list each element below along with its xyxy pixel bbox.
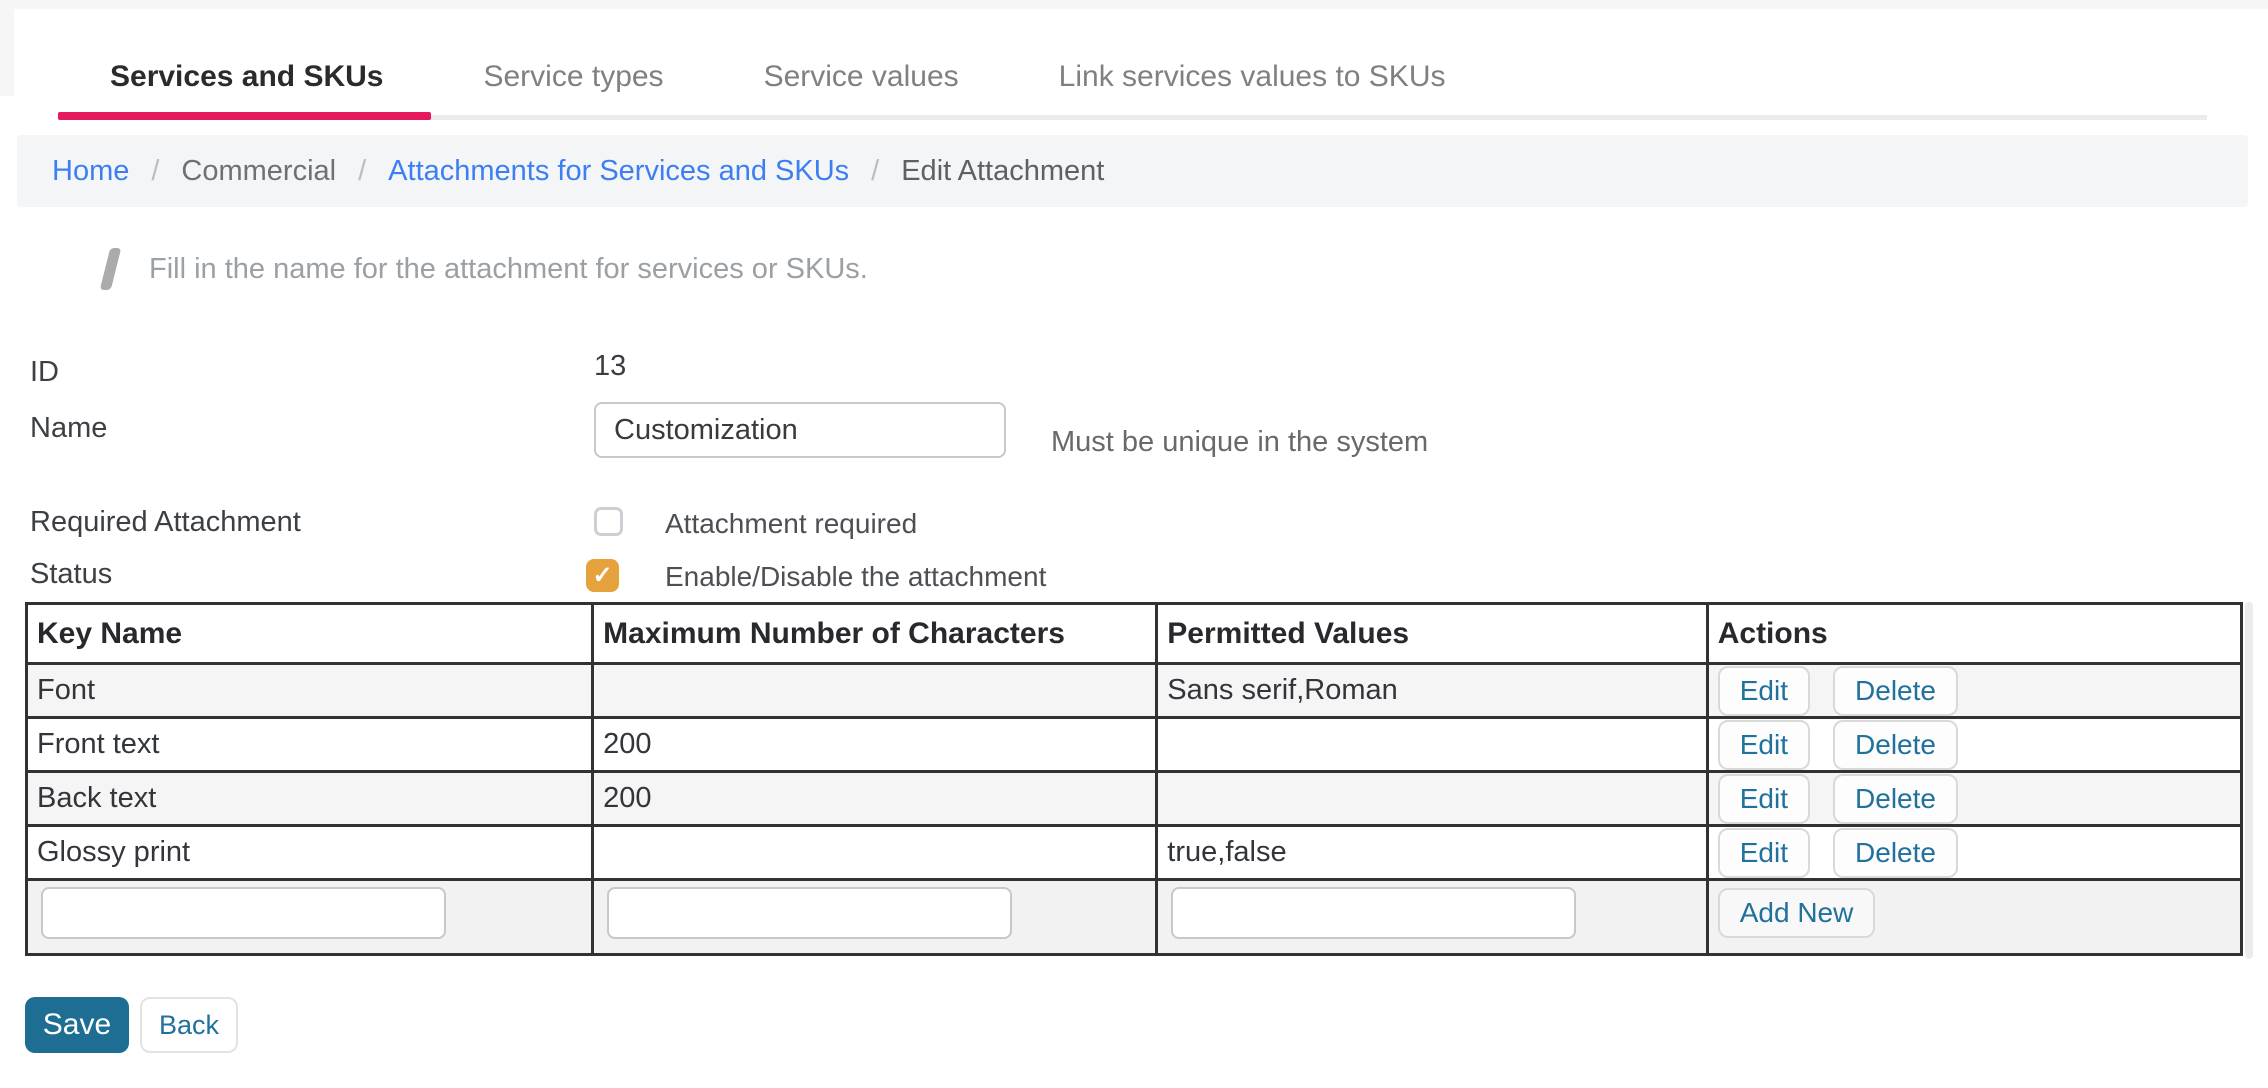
actions-cell: Edit Delete <box>1707 772 2241 826</box>
name-input[interactable] <box>594 402 1006 458</box>
breadcrumb: Home / Commercial / Attachments for Serv… <box>17 135 2248 207</box>
breadcrumb-attachments[interactable]: Attachments for Services and SKUs <box>388 155 849 188</box>
new-permitted-values-cell <box>1157 880 1707 955</box>
table-row: Back text 200 Edit Delete <box>27 772 2242 826</box>
new-key-name-cell <box>27 880 593 955</box>
key-name-cell: Glossy print <box>27 826 593 880</box>
actions-cell: Edit Delete <box>1707 664 2241 718</box>
permitted-values-cell <box>1157 718 1707 772</box>
breadcrumb-separator: / <box>871 155 879 188</box>
tab-service-types[interactable]: Service types <box>483 60 663 94</box>
status-checkbox-label: Enable/Disable the attachment <box>665 561 1046 593</box>
required-attachment-label: Required Attachment <box>30 506 301 539</box>
table-header-row: Key Name Maximum Number of Characters Pe… <box>27 604 2242 664</box>
save-button[interactable]: Save <box>25 997 129 1053</box>
attachment-required-checkbox-label: Attachment required <box>665 508 917 540</box>
delete-button[interactable]: Delete <box>1833 666 1958 716</box>
edit-button[interactable]: Edit <box>1718 666 1810 716</box>
actions-cell: Edit Delete <box>1707 718 2241 772</box>
breadcrumb-separator: / <box>151 155 159 188</box>
check-icon: ✓ <box>589 562 616 589</box>
max-chars-cell: 200 <box>593 772 1157 826</box>
permitted-values-cell: Sans serif,Roman <box>1157 664 1707 718</box>
table-row: Glossy print true,false Edit Delete <box>27 826 2242 880</box>
breadcrumb-home[interactable]: Home <box>52 155 129 188</box>
new-key-row: Add New <box>27 880 2242 955</box>
max-chars-cell <box>593 664 1157 718</box>
form-help-text: Fill in the name for the attachment for … <box>149 248 868 290</box>
name-hint: Must be unique in the system <box>1051 426 1428 459</box>
permitted-values-cell: true,false <box>1157 826 1707 880</box>
table-row: Front text 200 Edit Delete <box>27 718 2242 772</box>
new-row-actions-cell: Add New <box>1707 880 2241 955</box>
table-scrollbar[interactable] <box>2245 602 2253 959</box>
max-chars-cell <box>593 826 1157 880</box>
column-header-permitted-values: Permitted Values <box>1157 604 1707 664</box>
id-value: 13 <box>594 350 626 383</box>
page: Services and SKUs Service types Service … <box>0 0 2268 1088</box>
quote-bar-icon <box>100 248 121 290</box>
tab-services-and-skus[interactable]: Services and SKUs <box>110 60 383 94</box>
form-help-note: Fill in the name for the attachment for … <box>105 248 868 290</box>
permitted-values-cell <box>1157 772 1707 826</box>
key-name-cell: Front text <box>27 718 593 772</box>
active-tab-underline <box>58 112 431 120</box>
breadcrumb-separator: / <box>358 155 366 188</box>
status-label: Status <box>30 558 112 591</box>
attachment-keys-tbody: Font Sans serif,Roman Edit Delete Front … <box>27 664 2242 955</box>
new-max-chars-cell <box>593 880 1157 955</box>
name-label: Name <box>30 412 107 445</box>
breadcrumb-edit-attachment: Edit Attachment <box>901 155 1104 188</box>
tab-link-services-values-to-skus[interactable]: Link services values to SKUs <box>1059 60 1446 94</box>
edit-button[interactable]: Edit <box>1718 774 1810 824</box>
table-row: Font Sans serif,Roman Edit Delete <box>27 664 2242 718</box>
add-new-button[interactable]: Add New <box>1718 888 1876 938</box>
delete-button[interactable]: Delete <box>1833 774 1958 824</box>
edit-button[interactable]: Edit <box>1718 720 1810 770</box>
key-name-cell: Font <box>27 664 593 718</box>
new-permitted-values-input[interactable] <box>1171 887 1576 939</box>
new-max-chars-input[interactable] <box>607 887 1012 939</box>
id-label: ID <box>30 356 59 389</box>
key-name-cell: Back text <box>27 772 593 826</box>
column-header-max-chars: Maximum Number of Characters <box>593 604 1157 664</box>
new-key-name-input[interactable] <box>41 887 446 939</box>
breadcrumb-commercial: Commercial <box>181 155 336 188</box>
column-header-key-name: Key Name <box>27 604 593 664</box>
actions-cell: Edit Delete <box>1707 826 2241 880</box>
delete-button[interactable]: Delete <box>1833 828 1958 878</box>
tab-bar: Services and SKUs Service types Service … <box>110 60 1445 94</box>
status-checkbox[interactable]: ✓ <box>586 559 619 592</box>
max-chars-cell: 200 <box>593 718 1157 772</box>
page-corner-gutter <box>0 0 14 96</box>
tab-service-values[interactable]: Service values <box>764 60 959 94</box>
attachment-required-checkbox[interactable]: ✓ <box>594 507 623 536</box>
attachment-keys-table: Key Name Maximum Number of Characters Pe… <box>25 602 2243 956</box>
column-header-actions: Actions <box>1707 604 2241 664</box>
delete-button[interactable]: Delete <box>1833 720 1958 770</box>
page-top-edge <box>0 0 2268 9</box>
edit-button[interactable]: Edit <box>1718 828 1810 878</box>
back-button[interactable]: Back <box>140 997 238 1053</box>
